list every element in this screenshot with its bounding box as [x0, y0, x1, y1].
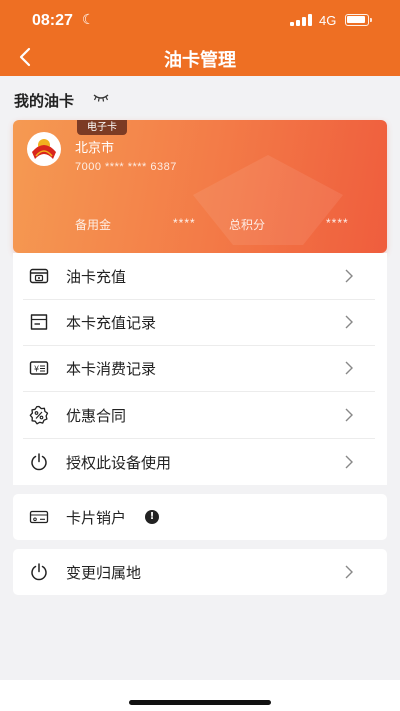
reserve-label: 备用金 — [75, 218, 112, 232]
menu-item-label: 本卡消费记录 — [66, 360, 157, 378]
svg-text:¥: ¥ — [34, 365, 39, 374]
battery-tip — [370, 18, 372, 22]
receipt-yen-icon: ¥ — [29, 361, 49, 375]
menu-item-label: 优惠合同 — [66, 407, 127, 425]
power-icon — [31, 453, 47, 471]
menu-item-discount-contract[interactable]: 优惠合同 — [13, 392, 387, 438]
change-region-panel: 变更归属地 — [13, 549, 387, 595]
document-icon — [30, 314, 48, 330]
menu-item-consumption-records[interactable]: ¥ 本卡消费记录 — [13, 345, 387, 391]
card-number: 7000 **** **** 6387 — [75, 161, 177, 173]
chevron-right-icon — [345, 408, 353, 422]
menu-item-label: 本卡充值记录 — [66, 314, 157, 332]
chevron-right-icon — [345, 269, 353, 283]
cancel-card-panel: 卡片销户 ! — [13, 494, 387, 540]
chevron-right-icon — [345, 361, 353, 375]
menu-item-authorize-device[interactable]: 授权此设备使用 — [13, 439, 387, 485]
header-bar: 08:27 ☾ 4G 油卡管理 — [0, 0, 400, 76]
status-time: 08:27 — [32, 12, 73, 29]
menu-item-recharge[interactable]: 油卡充值 — [13, 253, 387, 299]
eye-closed-icon[interactable] — [92, 92, 110, 104]
chevron-right-icon — [345, 455, 353, 469]
page-title: 油卡管理 — [164, 50, 236, 71]
signal-icon — [290, 14, 314, 26]
home-indicator[interactable] — [129, 700, 271, 705]
power-icon — [31, 563, 47, 581]
wallet-icon — [29, 268, 49, 284]
menu-item-label: 授权此设备使用 — [66, 454, 172, 472]
card-watermark — [193, 155, 343, 245]
home-bar — [0, 680, 400, 711]
points-value: **** — [326, 216, 349, 230]
card-type-tag: 电子卡 — [77, 120, 127, 135]
card-icon — [29, 510, 49, 524]
points-label: 总积分 — [229, 218, 266, 232]
cancel-card-label: 卡片销户 — [66, 509, 127, 527]
fuel-card[interactable]: 电子卡 北京市 7000 **** **** 6387 备用金 **** 总积分… — [13, 120, 387, 253]
reserve-value: **** — [173, 216, 196, 230]
chevron-right-icon — [345, 315, 353, 329]
change-region-label: 变更归属地 — [66, 564, 142, 582]
moon-icon: ☾ — [82, 12, 95, 28]
change-region-item[interactable]: 变更归属地 — [13, 549, 387, 595]
exclamation-circle-icon[interactable]: ! — [145, 510, 159, 524]
card-city: 北京市 — [75, 141, 115, 156]
card-menu: 油卡充值 本卡充值记录 ¥ 本卡消费记录 优惠合同 授权此设备使用 — [13, 253, 387, 485]
battery-icon — [345, 14, 369, 26]
menu-item-label: 油卡充值 — [66, 268, 127, 286]
discount-badge-icon — [29, 405, 49, 425]
cancel-card-item[interactable]: 卡片销户 ! — [13, 494, 387, 540]
status-bar: 08:27 ☾ 4G — [0, 0, 400, 40]
petrochina-logo-icon — [27, 132, 61, 166]
menu-item-recharge-records[interactable]: 本卡充值记录 — [13, 299, 387, 345]
chevron-right-icon — [345, 565, 353, 579]
network-type: 4G — [319, 13, 337, 28]
my-cards-title: 我的油卡 — [14, 92, 75, 110]
